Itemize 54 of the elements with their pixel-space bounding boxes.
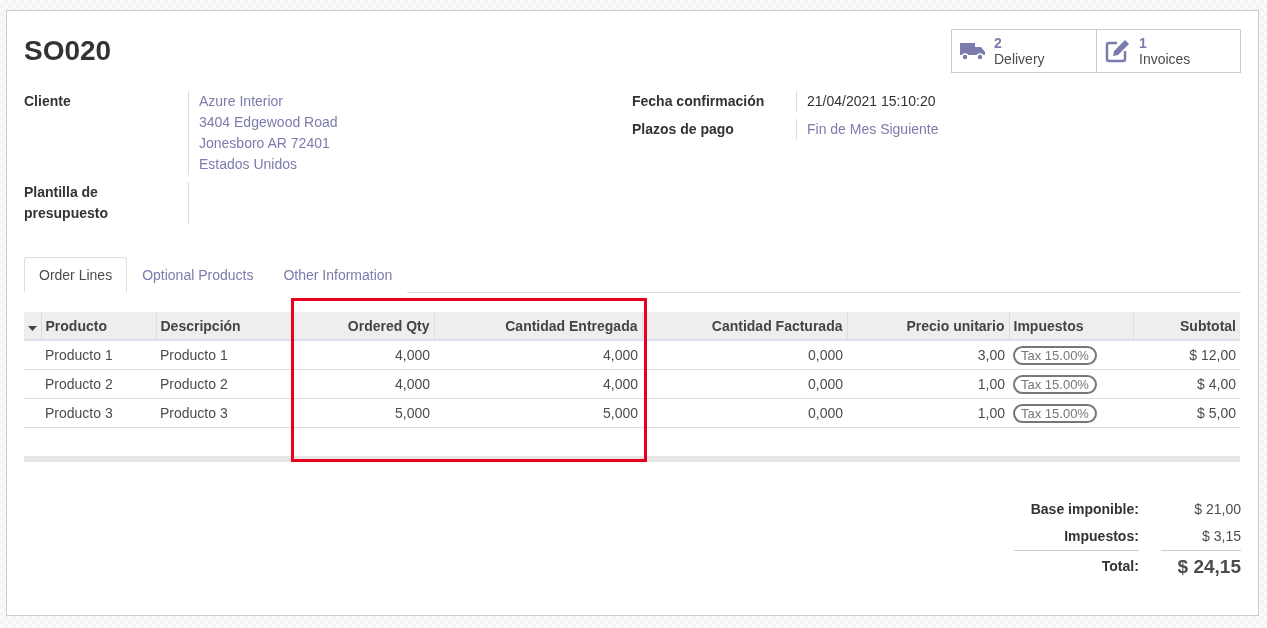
table-cell: Producto 3 <box>41 398 156 428</box>
table-cell: Producto 3 <box>156 398 293 428</box>
total-value: $ 21,00 <box>1193 500 1241 519</box>
table-cell: 1,00 <box>847 369 1009 399</box>
table-cell: 0,000 <box>642 369 847 399</box>
table-cell: 4,000 <box>434 340 642 370</box>
table-cell: 1,00 <box>847 398 1009 428</box>
table-cell: 3,00 <box>847 340 1009 370</box>
order-title: SO020 <box>24 35 112 67</box>
table-cell: 4,000 <box>293 340 434 370</box>
tax-tag: Tax 15.00% <box>1013 345 1097 365</box>
tax-tag: Tax 15.00% <box>1013 374 1097 394</box>
total-label: Impuestos: <box>1063 527 1139 546</box>
address-link[interactable]: 3404 Edgewood Road <box>199 112 338 133</box>
edit-icon <box>1105 39 1131 63</box>
column-header[interactable]: Precio unitario <box>847 312 1009 340</box>
truck-icon <box>960 41 986 61</box>
address-link[interactable]: Azure Interior <box>199 91 284 112</box>
table-cell: Producto 2 <box>41 369 156 399</box>
table-cell: 0,000 <box>642 398 847 428</box>
table-cell: 5,000 <box>434 398 642 428</box>
column-header[interactable]: Producto <box>41 312 156 340</box>
tab[interactable]: Order Lines <box>24 257 128 293</box>
table-cell: $ 12,00 <box>1133 340 1240 370</box>
sort-header[interactable] <box>24 312 41 340</box>
total-value: $ 3,15 <box>1201 527 1241 546</box>
total-value: $ 24,15 <box>1160 550 1241 580</box>
total-label: Base imponible: <box>1029 500 1139 519</box>
table-cell: 0,000 <box>642 340 847 370</box>
caret-icon <box>28 325 37 331</box>
address-link[interactable]: Estados Unidos <box>199 154 298 175</box>
column-header[interactable]: Descripción <box>156 312 293 340</box>
column-header[interactable]: Subtotal <box>1133 312 1240 340</box>
table-cell: $ 5,00 <box>1133 398 1240 428</box>
field-label: Fecha confirmación <box>632 91 797 112</box>
table-cell: Producto 1 <box>41 340 156 370</box>
address-link[interactable]: Jonesboro AR 72401 <box>199 133 330 154</box>
field-label: Cliente <box>24 91 189 175</box>
field-link[interactable]: Fin de Mes Siguiente <box>807 119 939 140</box>
table-cell: 5,000 <box>293 398 434 428</box>
table-cell: 4,000 <box>434 369 642 399</box>
field-label: Plazos de pago <box>632 119 797 140</box>
field-label: Plantilla de presupuesto <box>24 182 189 224</box>
table-cell: 4,000 <box>293 369 434 399</box>
column-header[interactable]: Ordered Qty <box>293 312 434 340</box>
field-value: 21/04/2021 15:10:20 <box>807 92 937 111</box>
table-cell: Producto 2 <box>156 369 293 399</box>
tax-tag: Tax 15.00% <box>1013 403 1097 423</box>
column-header[interactable]: Cantidad Facturada <box>642 312 847 340</box>
column-header[interactable]: Cantidad Entregada <box>434 312 642 340</box>
table-cell: $ 4,00 <box>1133 369 1240 399</box>
column-header[interactable]: Impuestos <box>1009 312 1133 340</box>
total-label: Total: <box>1014 550 1139 580</box>
table-cell: Producto 1 <box>156 340 293 370</box>
